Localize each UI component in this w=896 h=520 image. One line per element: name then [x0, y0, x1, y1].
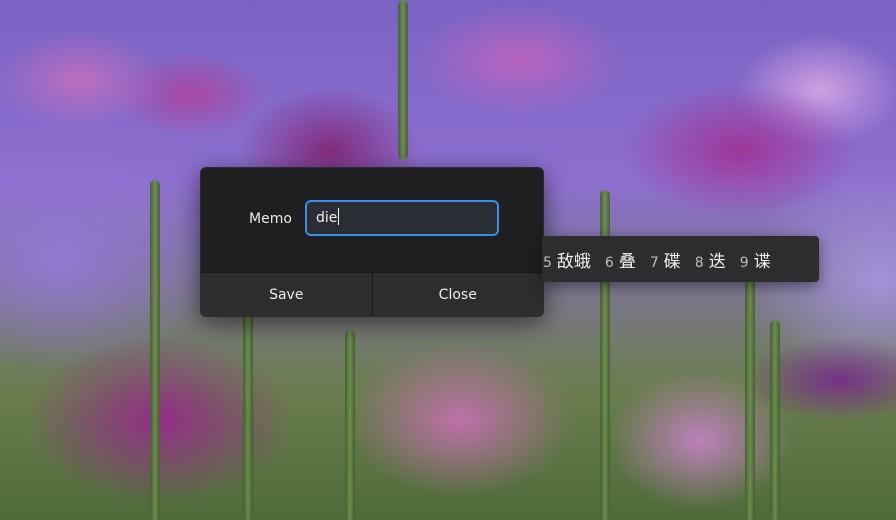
close-button[interactable]: Close: [371, 273, 543, 316]
candidate-text: 碟: [663, 251, 681, 272]
text-caret: [338, 208, 340, 225]
ime-candidate[interactable]: 5 敌蛾: [543, 247, 591, 272]
save-button[interactable]: Save: [201, 273, 372, 316]
wallpaper-stem: [398, 0, 408, 160]
candidate-number: 7: [649, 254, 659, 271]
ime-candidate-bar: 5 敌蛾 6 叠 7 碟 8 迭 9 谍: [542, 236, 819, 282]
candidate-text: 叠: [618, 251, 636, 272]
candidate-number: 9: [739, 254, 749, 271]
wallpaper-stem: [150, 180, 160, 520]
memo-label: Memo: [249, 211, 292, 227]
candidate-text: 敌蛾: [556, 251, 591, 272]
dialog-button-row: Save Close: [201, 272, 543, 316]
candidate-number: 5: [543, 254, 552, 271]
candidate-text: 谍: [753, 251, 771, 272]
ime-candidate[interactable]: 9 谍: [740, 247, 771, 272]
wallpaper-stem: [243, 300, 253, 520]
memo-dialog: Memo die Save Close: [200, 167, 544, 317]
wallpaper-stem: [770, 320, 780, 520]
memo-input[interactable]: die: [305, 200, 499, 236]
candidate-number: 6: [604, 254, 614, 271]
memo-input-value: die: [316, 210, 338, 226]
ime-candidate[interactable]: 6 叠: [605, 247, 636, 272]
wallpaper-stem: [745, 270, 755, 520]
ime-candidate[interactable]: 8 迭: [695, 247, 726, 272]
wallpaper-stem: [345, 330, 355, 520]
ime-candidate[interactable]: 7 碟: [650, 247, 681, 272]
candidate-text: 迭: [708, 251, 726, 272]
candidate-number: 8: [694, 254, 704, 271]
